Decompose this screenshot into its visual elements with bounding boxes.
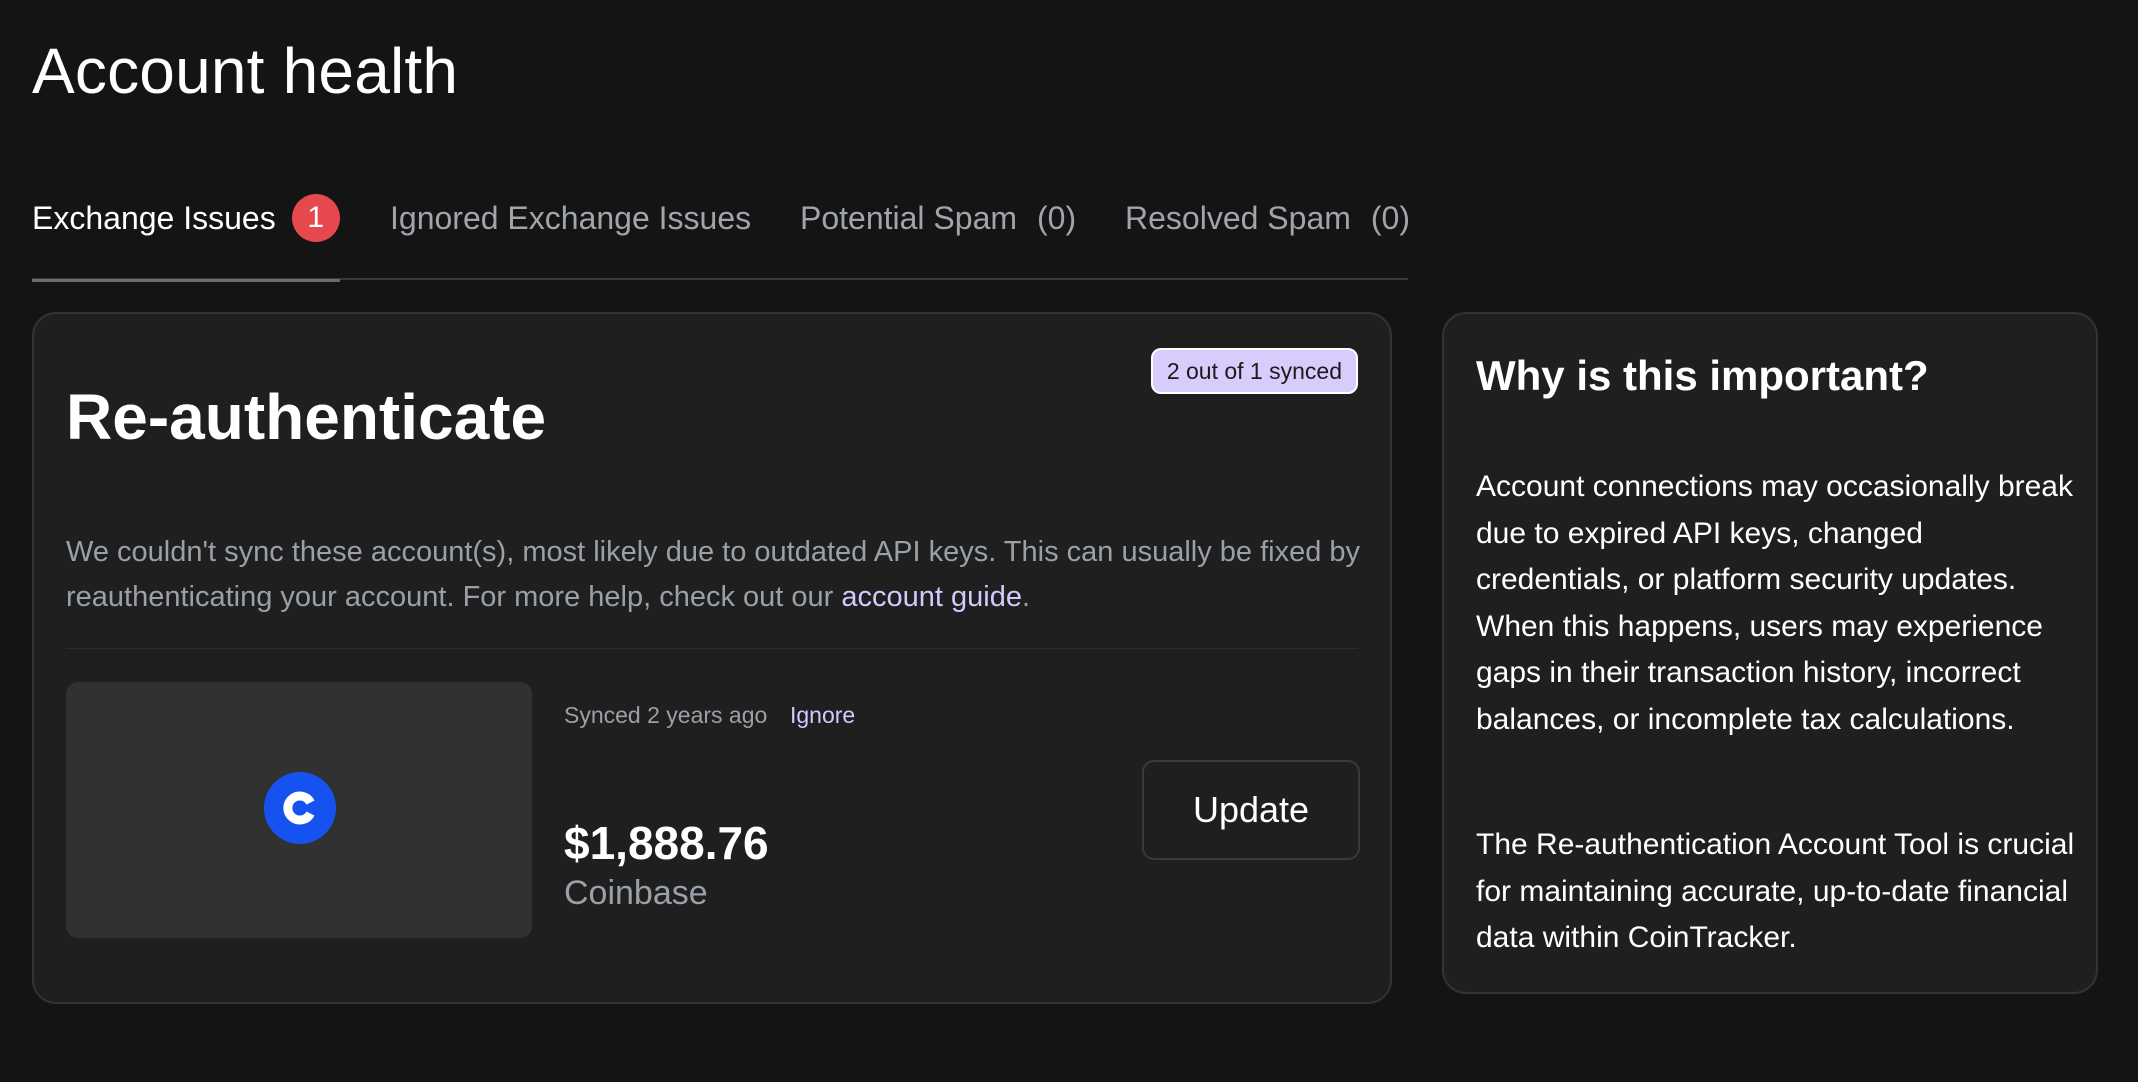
card-description: We couldn't sync these account(s), most …	[66, 530, 1366, 620]
update-button[interactable]: Update	[1142, 760, 1360, 860]
tab-bar: Exchange Issues 1 Ignored Exchange Issue…	[32, 190, 1410, 282]
tab-ignored-exchange-issues[interactable]: Ignored Exchange Issues	[390, 190, 751, 280]
exchange-name: Coinbase	[564, 874, 708, 912]
coinbase-icon	[264, 772, 336, 844]
account-balance: $1,888.76	[564, 817, 769, 869]
issue-count-badge: 1	[291, 194, 340, 242]
ignore-link[interactable]: Ignore	[790, 702, 855, 729]
tab-exchange-issues[interactable]: Exchange Issues 1	[32, 190, 340, 282]
divider	[66, 648, 1358, 649]
account-guide-link[interactable]: account guide	[841, 581, 1022, 613]
tab-label: Ignored Exchange Issues	[390, 200, 752, 236]
info-paragraph: Account connections may occasionally bre…	[1476, 470, 2073, 736]
description-text: We couldn't sync these account(s), most …	[66, 536, 1361, 613]
tab-label: Exchange Issues	[32, 200, 276, 236]
synced-timestamp: Synced 2 years ago	[564, 702, 768, 728]
info-paragraph: The Re-authentication Account Tool is cr…	[1476, 828, 2075, 954]
tab-count: (0)	[1037, 200, 1077, 236]
tab-label: Resolved Spam	[1125, 200, 1351, 236]
info-card: Why is this important? Account connectio…	[1442, 312, 2098, 994]
reauthenticate-card: 2 out of 1 synced Re-authenticate We cou…	[32, 312, 1392, 1004]
tab-potential-spam[interactable]: Potential Spam (0)	[800, 190, 1076, 280]
card-title: Re-authenticate	[66, 381, 547, 453]
info-title: Why is this important?	[1476, 352, 1929, 399]
tab-resolved-spam[interactable]: Resolved Spam (0)	[1125, 190, 1410, 280]
page-title: Account health	[32, 35, 459, 107]
sync-status-badge: 2 out of 1 synced	[1150, 348, 1358, 394]
tab-count: (0)	[1370, 200, 1410, 236]
description-end: .	[1021, 581, 1031, 613]
tab-label: Potential Spam	[800, 200, 1018, 236]
